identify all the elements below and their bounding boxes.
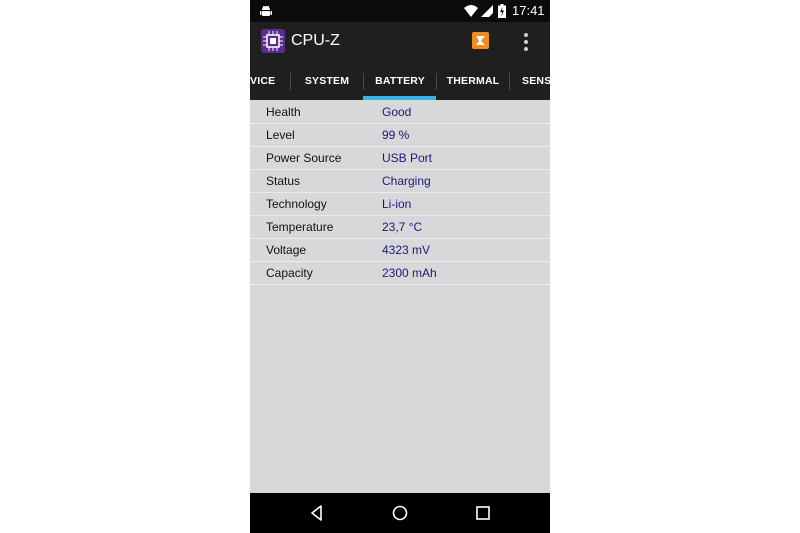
row-label: Voltage [266,243,307,257]
tab-divider [509,73,510,90]
back-icon[interactable] [307,503,327,523]
list-item: Level 99 % [250,124,550,147]
wifi-icon [464,5,478,17]
row-label: Power Source [266,151,342,165]
row-value: USB Port [382,151,433,165]
row-value: Charging [382,174,431,188]
status-bar: 17:41 [250,0,550,22]
row-value: 23,7 °C [382,220,423,234]
list-item: Technology Li-ion [250,193,550,216]
recents-icon[interactable] [473,503,493,523]
list-item: Power Source USB Port [250,147,550,170]
share-icon[interactable] [472,32,489,49]
row-label: Capacity [266,266,313,280]
tab-sensors[interactable]: SENS [522,62,550,100]
row-value: 2300 mAh [382,266,437,280]
tab-bar: VICE SYSTEM BATTERY THERMAL SENS [250,62,550,100]
tab-system[interactable]: SYSTEM [291,62,363,100]
row-label: Status [266,174,301,188]
home-icon[interactable] [390,503,410,523]
row-label: Technology [266,197,327,211]
list-item: Temperature 23,7 °C [250,216,550,239]
selected-tab-indicator [363,96,436,100]
overflow-menu-icon[interactable] [520,32,532,52]
app-title: CPU-Z [291,32,340,49]
status-time: 17:41 [512,3,545,18]
list-item: Status Charging [250,170,550,193]
row-value: Good [382,105,412,119]
signal-icon [481,5,493,17]
list-item: Capacity 2300 mAh [250,262,550,285]
tab-thermal[interactable]: THERMAL [437,62,509,100]
navigation-bar [250,493,550,533]
cpu-z-logo-icon [261,29,285,53]
row-label: Level [266,128,295,142]
battery-charging-icon [498,4,506,18]
battery-info-list: Health Good Level 99 % Power Source USB … [250,101,550,285]
row-value: 4323 mV [382,243,431,257]
tab-battery[interactable]: BATTERY [364,62,436,100]
phone-screen: 17:41 CPU-Z VICE SYSTEM BATTERY THERMAL … [250,0,550,533]
row-value: Li-ion [382,197,412,211]
row-label: Health [266,105,301,119]
list-item: Health Good [250,101,550,124]
row-value: 99 % [382,128,410,142]
tab-device[interactable]: VICE [250,62,275,100]
list-item: Voltage 4323 mV [250,239,550,262]
action-bar: CPU-Z [250,22,550,62]
row-label: Temperature [266,220,334,234]
android-icon [260,5,272,16]
